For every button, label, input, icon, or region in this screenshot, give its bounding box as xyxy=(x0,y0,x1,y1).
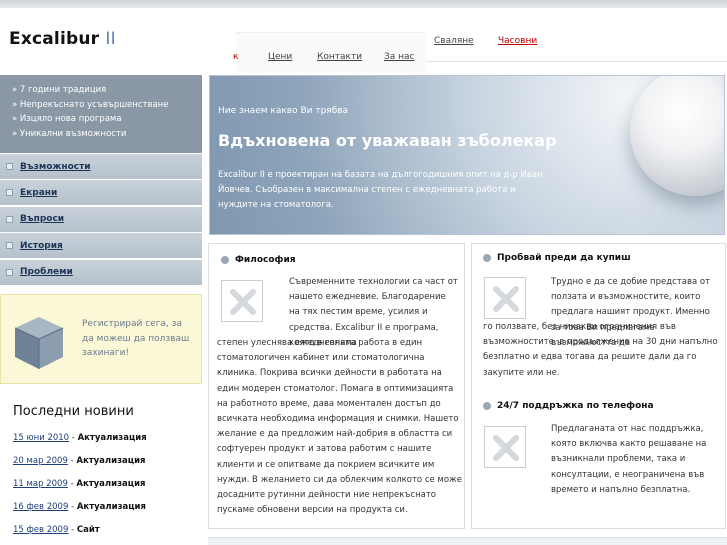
square-bullet-icon xyxy=(6,215,13,223)
news-heading: Последни новини xyxy=(13,404,134,419)
square-bullet-icon xyxy=(6,268,13,276)
nav-link-about[interactable]: За нас xyxy=(384,52,415,62)
philosophy-panel: Философия Съвременните технологии са час… xyxy=(208,243,465,529)
square-bullet-icon xyxy=(6,189,13,197)
promo-text: Регистрирай сега, за да можеш да ползваш… xyxy=(82,319,190,358)
top-stripe xyxy=(0,0,727,8)
news-date-link[interactable]: 11 мар 2009 xyxy=(13,479,68,489)
image-placeholder-icon xyxy=(221,280,263,322)
philosophy-text: степен улеснява ежедневната работа в еди… xyxy=(217,338,462,516)
hero-body: Excalibur II е проектиран на базата на д… xyxy=(218,170,543,210)
square-bullet-icon xyxy=(6,163,13,170)
square-bullet-icon xyxy=(6,242,13,250)
bullet-icon xyxy=(221,256,229,264)
nav-divider xyxy=(427,61,727,62)
sidebar-menu: Възможности Екрани Въпроси История Пробл… xyxy=(0,154,202,286)
box-icon xyxy=(14,317,64,369)
register-promo[interactable]: Регистрирай сега, за да можеш да ползваш… xyxy=(0,294,202,384)
nav-link-prices[interactable]: Цени xyxy=(268,52,292,62)
nav-link-watches[interactable]: Часовни xyxy=(498,36,537,46)
news-title: Актуализация xyxy=(76,479,146,489)
sidebar-item-label: Екрани xyxy=(20,187,58,198)
nav-item-clipped[interactable]: к xyxy=(233,52,238,62)
news-item: 15 фев 2009 - Сайт xyxy=(13,525,100,535)
sidebar-item-label: Възможности xyxy=(20,161,91,172)
nav-link-download[interactable]: Сваляне xyxy=(434,36,474,46)
hero-headline: Вдъхновена от уважаван зъболекар xyxy=(218,131,557,150)
sidebar-item-history[interactable]: История xyxy=(0,233,202,260)
bullet-icon xyxy=(483,254,491,262)
logo[interactable]: Excalibur II xyxy=(9,29,116,49)
news-title: Сайт xyxy=(76,525,100,535)
main-nav: к Цени Контакти За нас xyxy=(233,32,426,73)
hero-kicker: Ние знаем какво Ви трябва xyxy=(218,106,349,116)
footer-strip xyxy=(208,537,727,545)
news-item: 11 мар 2009 - Актуализация xyxy=(13,479,146,489)
philosophy-title: Философия xyxy=(235,255,296,265)
news-title: Актуализация xyxy=(76,456,146,466)
news-item: 15 юни 2010 - Актуализация xyxy=(13,433,147,443)
news-date-link[interactable]: 20 мар 2009 xyxy=(13,456,68,466)
bullet-icon xyxy=(483,402,491,410)
news-item: 16 фев 2009 - Актуализация xyxy=(13,502,146,512)
sphere-graphic xyxy=(630,76,724,196)
trial-panel: Пробвай преди да купиш Трудно е да се до… xyxy=(471,243,726,529)
sidebar-item-problems[interactable]: Проблеми xyxy=(0,259,202,286)
hero-banner: Ние знаем какво Ви трябва Вдъхновена от … xyxy=(209,75,725,235)
news-date-link[interactable]: 16 фев 2009 xyxy=(13,502,68,512)
sidebar-item-questions[interactable]: Въпроси xyxy=(0,206,202,233)
news-date-link[interactable]: 15 фев 2009 xyxy=(13,525,68,535)
news-list: 15 юни 2010 - Актуализация 20 мар 2009 -… xyxy=(13,433,198,545)
philosophy-heading: Философия xyxy=(221,255,296,265)
news-title: Актуализация xyxy=(76,502,146,512)
support-text: Предлаганата от нас поддръжка, която вкл… xyxy=(551,424,707,495)
support-title: 24/7 поддръжка по телефона xyxy=(497,401,654,411)
sidebar-item-label: Проблеми xyxy=(20,267,73,278)
logo-version: II xyxy=(105,29,116,49)
trial-title: Пробвай преди да купиш xyxy=(497,253,631,263)
image-placeholder-icon xyxy=(484,426,526,468)
highlight-item: » Уникални възможности xyxy=(12,128,127,139)
news-title: Актуализация xyxy=(77,433,147,443)
trial-heading: Пробвай преди да купиш xyxy=(483,253,631,263)
highlight-item: » Непрекъснато усъвършенстване xyxy=(12,99,169,110)
sidebar-item-features[interactable]: Възможности xyxy=(0,154,202,180)
trial-text: го ползвате, без никакви ограничения във… xyxy=(483,322,718,378)
highlight-item: » 7 години традиция xyxy=(12,85,107,95)
news-date-link[interactable]: 15 юни 2010 xyxy=(13,433,69,443)
sidebar-item-label: История xyxy=(20,240,63,251)
sidebar-item-label: Въпроси xyxy=(20,214,65,225)
logo-name: Excalibur xyxy=(9,29,100,49)
sidebar-item-screens[interactable]: Екрани xyxy=(0,180,202,207)
news-item: 20 мар 2009 - Актуализация xyxy=(13,456,146,466)
sidebar-highlights: » 7 години традиция » Непрекъснато усъвъ… xyxy=(0,75,202,153)
nav-link-contacts[interactable]: Контакти xyxy=(317,52,362,62)
support-heading: 24/7 поддръжка по телефона xyxy=(483,401,654,411)
image-placeholder-icon xyxy=(484,277,526,319)
highlight-item: » Изцяло нова програма xyxy=(12,114,122,124)
secondary-nav: Сваляне Часовни xyxy=(425,30,537,60)
